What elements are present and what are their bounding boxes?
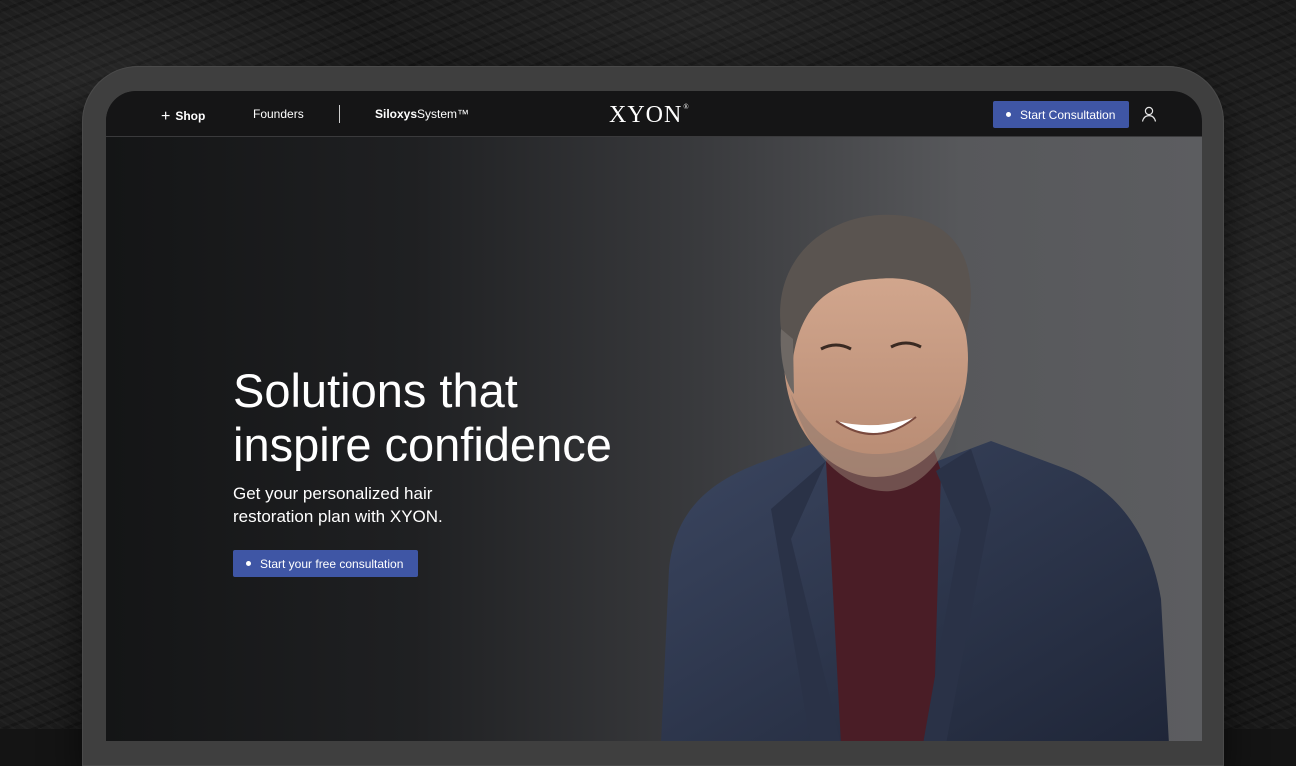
registered-mark: ® [683,103,690,111]
nav-shop[interactable]: + Shop [161,107,205,125]
nav-founders[interactable]: Founders [253,107,304,121]
plus-icon: + [161,108,171,125]
brand-logo[interactable]: XYON® [609,102,690,129]
hero-subheadline: Get your personalized hair restoration p… [233,482,493,528]
user-icon[interactable] [1141,106,1157,122]
top-nav: + Shop Founders SiloxysSystem™ XYON® Star… [106,91,1202,137]
free-consultation-label: Start your free consultation [260,556,404,571]
start-consultation-button[interactable]: Start Consultation [993,101,1129,128]
dot-icon [1006,112,1011,117]
hero-portrait-image [661,214,1169,741]
nav-divider [339,105,340,123]
nav-siloxys-rest: System™ [417,107,470,121]
nav-siloxys-system[interactable]: SiloxysSystem™ [375,107,469,121]
hero-sub-line1: Get your personalized hair [233,484,433,503]
free-consultation-button[interactable]: Start your free consultation [233,550,418,577]
start-consultation-label: Start Consultation [1020,107,1116,122]
nav-shop-label: Shop [175,109,206,123]
nav-siloxys-bold: Siloxys [375,107,418,121]
hero-headline-line2: inspire confidence [233,418,612,471]
hero-sub-line2: restoration plan with XYON. [233,507,443,526]
website-screen: + Shop Founders SiloxysSystem™ XYON® Star… [106,91,1202,741]
brand-logo-text: XYON [609,102,683,128]
hero-headline: Solutions that inspire confidence [233,364,612,472]
hero-headline-line1: Solutions that [233,364,518,417]
dot-icon [246,561,251,566]
